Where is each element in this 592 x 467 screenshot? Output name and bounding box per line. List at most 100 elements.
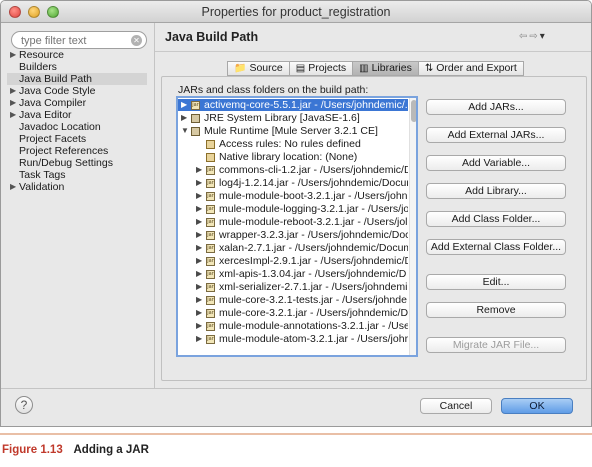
tree-row-label: Access rules: No rules defined [219, 138, 361, 150]
tree-row[interactable]: ▶ jar wrapper-3.2.3.jar - /Users/johndemic… [178, 229, 408, 241]
tree-row[interactable]: ▶ jar xercesImpl-2.9.1.jar - /Users/johnde… [178, 255, 408, 267]
nav-item-validation[interactable]: ▶ Validation [7, 181, 147, 193]
nav-item-java-code-style[interactable]: ▶ Java Code Style [7, 85, 147, 97]
add-external-jars-button[interactable]: Add External JARs... [426, 127, 566, 143]
ok-button[interactable]: OK [501, 398, 573, 414]
expand-arrow-icon[interactable]: ▶ [196, 190, 202, 202]
pane-divider[interactable] [154, 23, 155, 388]
forward-arrow-icon[interactable]: ⇨ [529, 31, 539, 42]
tab-order-and-export[interactable]: ⇅ Order and Export [417, 61, 524, 76]
back-arrow-icon[interactable]: ⇦ [519, 31, 529, 42]
tab-label: Projects [308, 62, 347, 74]
tree-row[interactable]: ▶ jar mule-core-3.2.1-tests.jar - /Users/j… [178, 294, 408, 306]
tree-row-label: xml-serializer-2.7.1.jar - /Users/johnde… [219, 281, 408, 293]
expand-arrow-icon[interactable]: ▶ [181, 112, 187, 124]
add-external-class-folder-button[interactable]: Add External Class Folder... [426, 239, 566, 255]
expand-arrow-icon[interactable]: ▶ [196, 242, 202, 254]
library-icon [191, 127, 200, 136]
figure-number: Figure 1.13 [2, 444, 63, 456]
expand-arrow-icon[interactable]: ▶ [196, 255, 202, 267]
nav-item-label: Java Code Style [19, 85, 96, 97]
tab-projects[interactable]: ▤ Projects [288, 61, 353, 76]
tree-row[interactable]: ▶ JRE System Library [JavaSE-1.6] [178, 112, 408, 124]
tree-row[interactable]: ▶ jar activemq-core-5.5.1.jar - /Users/joh… [178, 99, 408, 111]
tree-row-label: commons-cli-1.2.jar - /Users/johndemic/D [219, 164, 408, 176]
edit-button[interactable]: Edit... [426, 274, 566, 290]
nav-item-builders[interactable]: Builders [7, 61, 147, 73]
clear-icon[interactable]: ✕ [131, 35, 142, 46]
tab-source[interactable]: 📁 Source [227, 61, 289, 76]
tree-row[interactable]: ▶ jar xml-apis-1.3.04.jar - /Users/johndem… [178, 268, 408, 280]
jar-file-icon: jar [206, 309, 215, 318]
tree-row[interactable]: ▶ jar mule-module-reboot-3.2.1.jar - /User… [178, 216, 408, 228]
nav-item-label: Java Compiler [19, 97, 87, 109]
nav-item-run-debug-settings[interactable]: Run/Debug Settings [7, 157, 147, 169]
expand-arrow-icon[interactable]: ▶ [196, 307, 202, 319]
expand-arrow-icon[interactable]: ▶ [196, 216, 202, 228]
nav-item-resource[interactable]: ▶ Resource [7, 49, 147, 61]
build-path-tree[interactable]: ▶ jar activemq-core-5.5.1.jar - /Users/joh… [176, 96, 418, 357]
tree-row[interactable]: ▼ Mule Runtime [Mule Server 3.2.1 CE] [178, 125, 408, 137]
nav-item-java-compiler[interactable]: ▶ Java Compiler [7, 97, 147, 109]
footer-separator [1, 388, 591, 389]
help-button[interactable]: ? [15, 396, 33, 414]
expand-arrow-icon[interactable]: ▶ [10, 85, 16, 97]
remove-button[interactable]: Remove [426, 302, 566, 318]
expand-arrow-icon[interactable]: ▶ [196, 281, 202, 293]
tree-row[interactable]: ▶ jar mule-core-3.2.1.jar - /Users/johndem… [178, 307, 408, 319]
projects-icon: ▤ [295, 63, 306, 74]
tree-row[interactable]: ▶ jar mule-module-annotations-3.2.1.jar - … [178, 320, 408, 332]
migrate-jar-button[interactable]: Migrate JAR File... [426, 337, 566, 353]
collapse-arrow-icon[interactable]: ▼ [181, 125, 189, 137]
add-jars-button[interactable]: Add JARs... [426, 99, 566, 115]
tree-row[interactable]: ▶ jar commons-cli-1.2.jar - /Users/johndem… [178, 164, 408, 176]
nav-item-java-build-path[interactable]: Java Build Path [7, 73, 147, 85]
nav-item-javadoc-location[interactable]: Javadoc Location [7, 121, 147, 133]
nav-item-project-facets[interactable]: Project Facets [7, 133, 147, 145]
figure-caption: Figure 1.13 Adding a JAR [2, 444, 149, 456]
cancel-button[interactable]: Cancel [420, 398, 492, 414]
expand-arrow-icon[interactable]: ▶ [196, 333, 202, 345]
tree-row[interactable]: ▶ jar log4j-1.2.14.jar - /Users/johndemic/… [178, 177, 408, 189]
figure-caption-text: Adding a JAR [73, 444, 149, 456]
jar-file-icon: jar [206, 296, 215, 305]
tree-scrollbar[interactable] [409, 98, 416, 355]
add-class-folder-button[interactable]: Add Class Folder... [426, 211, 566, 227]
view-menu-icon[interactable]: ▾ [540, 31, 547, 42]
expand-arrow-icon[interactable]: ▶ [10, 97, 16, 109]
expand-arrow-icon[interactable]: ▶ [10, 109, 16, 121]
nav-item-java-editor[interactable]: ▶ Java Editor [7, 109, 147, 121]
properties-dialog: Properties for product_registration ✕ ▶R… [0, 0, 592, 427]
expand-arrow-icon[interactable]: ▶ [196, 320, 202, 332]
expand-arrow-icon[interactable]: ▶ [196, 203, 202, 215]
tree-row[interactable]: ▶ jar xalan-2.7.1.jar - /Users/johndemic/D… [178, 242, 408, 254]
tree-row[interactable]: ▶ jar mule-module-logging-3.2.1.jar - /Use… [178, 203, 408, 215]
tree-row[interactable]: Native library location: (None) [178, 151, 408, 163]
expand-arrow-icon[interactable]: ▶ [10, 181, 16, 193]
expand-arrow-icon[interactable]: ▶ [10, 49, 16, 61]
expand-arrow-icon[interactable]: ▶ [196, 164, 202, 176]
nav-tree: ▶ Resource Builders Java Build Path ▶ Java Co… [7, 49, 147, 193]
expand-arrow-icon[interactable]: ▶ [196, 294, 202, 306]
tree-row-label: mule-core-3.2.1.jar - /Users/johndemic/D [219, 307, 408, 319]
history-nav: ⇦⇨▾ [519, 31, 547, 42]
expand-arrow-icon[interactable]: ▶ [196, 177, 202, 189]
tree-row[interactable]: ▶ jar xml-serializer-2.7.1.jar - /Users/jo… [178, 281, 408, 293]
tree-row[interactable]: Access rules: No rules defined [178, 138, 408, 150]
add-library-button[interactable]: Add Library... [426, 183, 566, 199]
expand-arrow-icon[interactable]: ▶ [181, 99, 187, 111]
nav-item-project-references[interactable]: Project References [7, 145, 147, 157]
nav-item-task-tags[interactable]: Task Tags [7, 169, 147, 181]
title-bar: Properties for product_registration [1, 1, 591, 23]
expand-arrow-icon[interactable]: ▶ [196, 268, 202, 280]
scrollbar-thumb[interactable] [411, 100, 416, 122]
expand-arrow-icon[interactable]: ▶ [196, 229, 202, 241]
filter-input[interactable] [11, 31, 147, 49]
add-variable-button[interactable]: Add Variable... [426, 155, 566, 171]
libraries-icon: ▥ [359, 63, 369, 74]
tree-row[interactable]: ▶ jar mule-module-atom-3.2.1.jar - /Users/… [178, 333, 408, 345]
tab-libraries[interactable]: ▥ Libraries [352, 61, 418, 76]
tree-row[interactable]: ▶ jar mule-module-boot-3.2.1.jar - /Users/… [178, 190, 408, 202]
tree-row-label: JRE System Library [JavaSE-1.6] [204, 112, 360, 124]
jar-file-icon: jar [206, 257, 215, 266]
